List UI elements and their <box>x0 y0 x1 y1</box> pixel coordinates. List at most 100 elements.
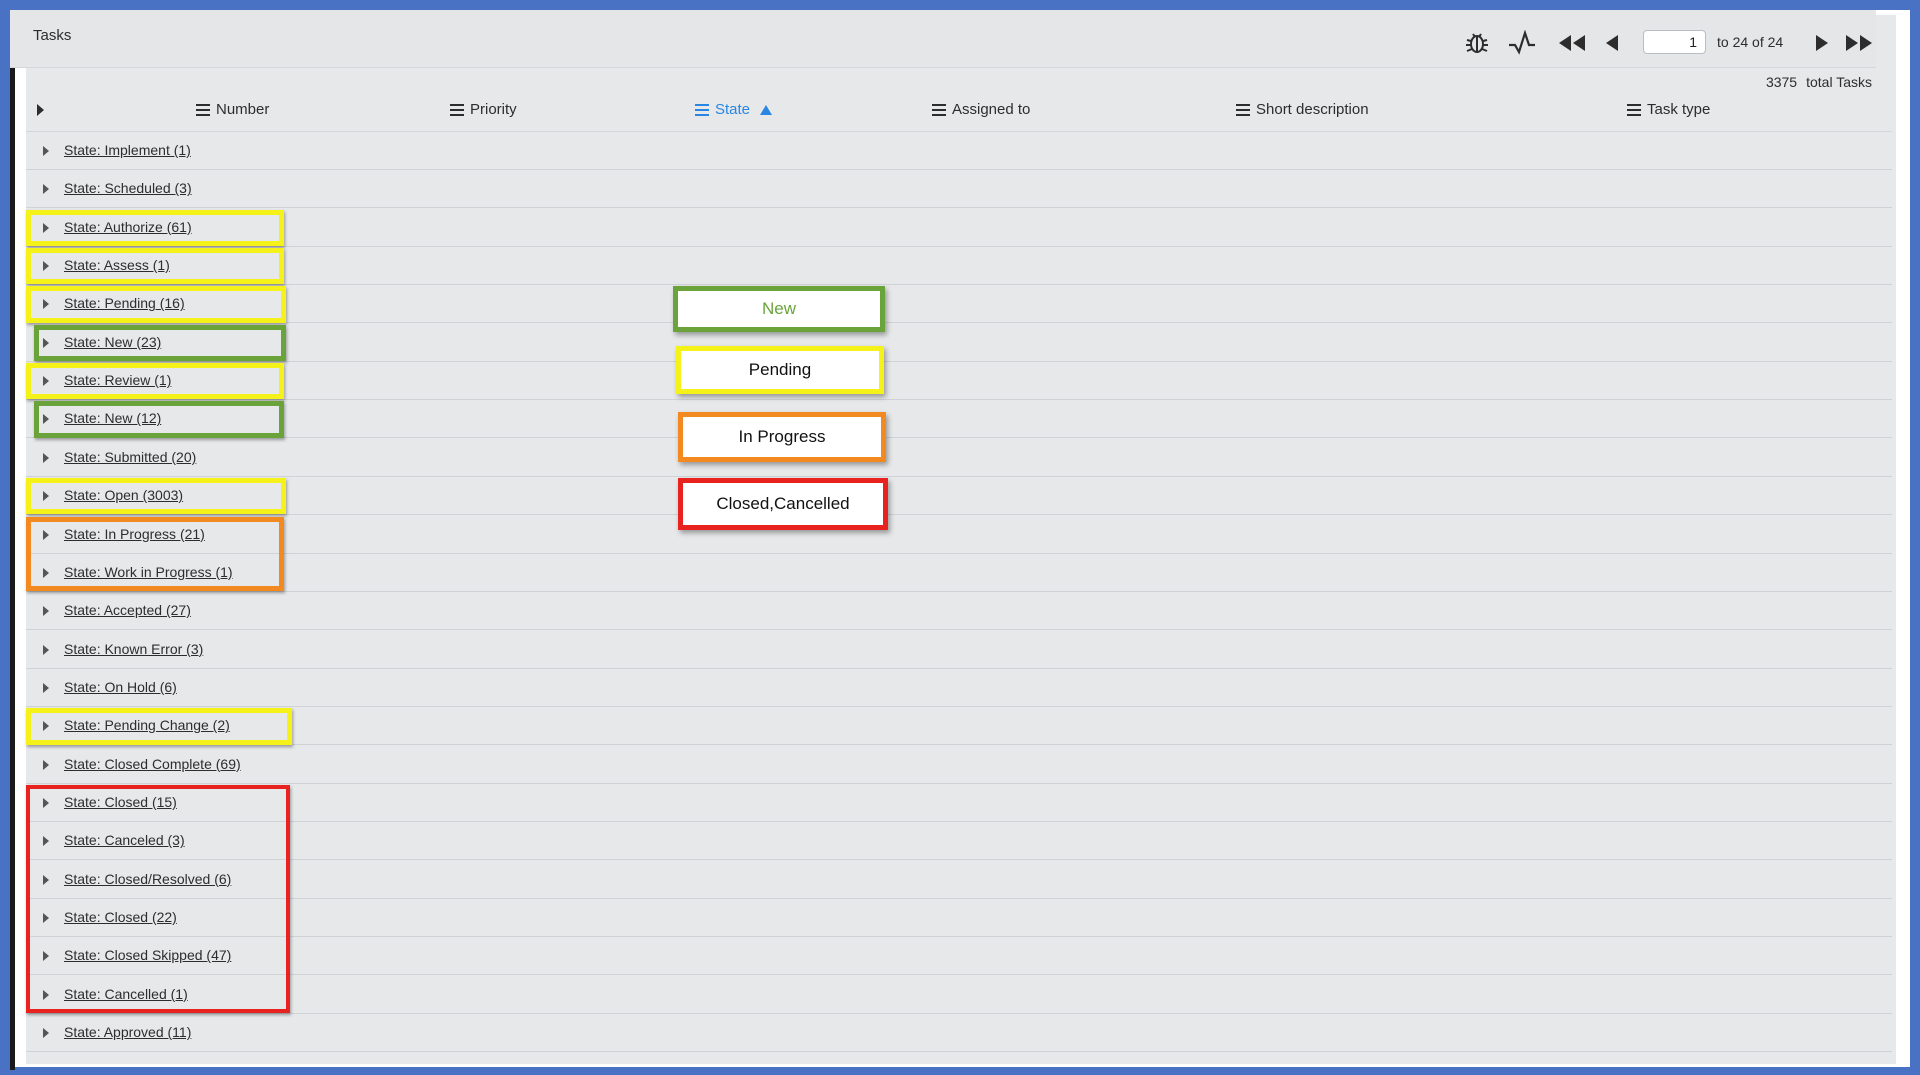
expand-caret-icon[interactable] <box>43 491 49 502</box>
column-menu-icon[interactable] <box>450 103 464 116</box>
group-link[interactable]: State: Closed (15) <box>64 794 177 810</box>
group-link[interactable]: State: Submitted (20) <box>64 449 196 465</box>
group-row[interactable]: State: In Progress (21) <box>26 516 1892 554</box>
expand-caret-icon[interactable] <box>43 337 49 348</box>
expand-caret-icon[interactable] <box>43 836 49 847</box>
total-label: total Tasks <box>1806 74 1872 90</box>
group-row[interactable]: State: Submitted (20) <box>26 439 1892 477</box>
expand-caret-icon[interactable] <box>43 606 49 617</box>
group-link[interactable]: State: Closed (22) <box>64 909 177 925</box>
group-link[interactable]: State: Assess (1) <box>64 257 170 273</box>
group-row[interactable]: State: Closed (22) <box>26 899 1892 937</box>
group-row[interactable]: State: Work in Progress (1) <box>26 554 1892 592</box>
expand-caret-icon[interactable] <box>43 951 49 962</box>
group-row[interactable]: State: On Hold (6) <box>26 669 1892 707</box>
group-link[interactable]: State: Review (1) <box>64 372 171 388</box>
group-row[interactable]: State: New (23) <box>26 324 1892 362</box>
column-menu-icon[interactable] <box>695 103 709 116</box>
group-row[interactable]: State: Approved (11) <box>26 1014 1892 1053</box>
column-assigned-to[interactable]: Assigned to <box>932 101 1030 118</box>
group-row[interactable]: State: Implement (1) <box>26 132 1892 170</box>
group-row[interactable]: State: New (12) <box>26 400 1892 439</box>
expand-caret-icon[interactable] <box>43 797 49 808</box>
group-row[interactable]: State: Canceled (3) <box>26 822 1892 861</box>
last-page-icon[interactable] <box>1843 30 1875 56</box>
activity-icon[interactable] <box>1508 30 1536 56</box>
first-page-icon[interactable] <box>1556 30 1588 56</box>
group-row[interactable]: State: Cancelled (1) <box>26 976 1892 1014</box>
expand-caret-icon[interactable] <box>43 261 49 272</box>
group-link[interactable]: State: Implement (1) <box>64 142 191 158</box>
group-link[interactable]: State: Pending Change (2) <box>64 717 230 733</box>
column-state[interactable]: State <box>695 101 773 118</box>
column-menu-icon[interactable] <box>932 103 946 116</box>
expand-all-toggle[interactable] <box>37 104 44 116</box>
expand-caret-icon[interactable] <box>43 1028 49 1039</box>
column-menu-icon[interactable] <box>1627 103 1641 116</box>
group-link[interactable]: State: Accepted (27) <box>64 602 191 618</box>
group-row[interactable]: State: Scheduled (3) <box>26 170 1892 209</box>
group-link[interactable]: State: Known Error (3) <box>64 641 203 657</box>
expand-caret-icon[interactable] <box>43 146 49 156</box>
expand-caret-icon[interactable] <box>43 529 49 540</box>
page-number-input[interactable] <box>1643 30 1706 54</box>
legend-label: In Progress <box>738 427 826 446</box>
group-link[interactable]: State: Approved (11) <box>64 1024 191 1040</box>
group-row[interactable]: State: Pending (16) <box>26 285 1892 324</box>
column-priority[interactable]: Priority <box>450 101 517 118</box>
expand-caret-icon[interactable] <box>43 452 49 463</box>
group-link[interactable]: State: Closed Skipped (47) <box>64 947 231 963</box>
group-link[interactable]: State: New (23) <box>64 334 161 350</box>
group-row[interactable]: State: Review (1) <box>26 362 1892 401</box>
group-row[interactable]: State: Assess (1) <box>26 247 1892 286</box>
expand-caret-icon[interactable] <box>43 567 49 578</box>
legend-label: Closed,Cancelled <box>716 494 850 513</box>
group-row[interactable]: State: Closed/Resolved (6) <box>26 861 1892 899</box>
group-row[interactable]: State: Closed Complete (69) <box>26 746 1892 784</box>
column-short-description[interactable]: Short description <box>1236 101 1369 118</box>
column-label: Number <box>216 101 270 118</box>
expand-caret-icon[interactable] <box>43 874 49 885</box>
expand-caret-icon[interactable] <box>43 414 49 425</box>
group-link[interactable]: State: On Hold (6) <box>64 679 177 695</box>
expand-caret-icon[interactable] <box>43 759 49 770</box>
expand-caret-icon[interactable] <box>43 222 49 233</box>
expand-caret-icon[interactable] <box>43 682 49 693</box>
column-menu-icon[interactable] <box>196 103 210 116</box>
group-link[interactable]: State: Pending (16) <box>64 295 185 311</box>
total-records: 3375 total Tasks <box>1757 74 1872 90</box>
group-row[interactable]: State: Pending Change (2) <box>26 707 1892 746</box>
column-label: Task type <box>1647 101 1711 118</box>
column-number[interactable]: Number <box>196 101 269 118</box>
list-title: Tasks <box>33 27 72 44</box>
group-link[interactable]: State: Closed/Resolved (6) <box>64 871 231 887</box>
group-link[interactable]: State: Open (3003) <box>64 487 183 503</box>
group-link[interactable]: State: In Progress (21) <box>64 526 205 542</box>
column-menu-icon[interactable] <box>1236 103 1250 116</box>
group-link[interactable]: State: Authorize (61) <box>64 219 192 235</box>
group-link[interactable]: State: Canceled (3) <box>64 832 185 848</box>
group-link[interactable]: State: Scheduled (3) <box>64 180 192 196</box>
group-link[interactable]: State: Cancelled (1) <box>64 986 188 1002</box>
group-row[interactable]: State: Open (3003) <box>26 477 1892 516</box>
previous-page-icon[interactable] <box>1602 30 1622 56</box>
expand-caret-icon[interactable] <box>43 184 49 195</box>
legend-in-progress: In Progress <box>678 412 886 462</box>
expand-caret-icon[interactable] <box>43 299 49 310</box>
group-row[interactable]: State: Closed Skipped (47) <box>26 937 1892 976</box>
expand-caret-icon[interactable] <box>43 913 49 923</box>
group-row[interactable]: State: Accepted (27) <box>26 592 1892 631</box>
group-row[interactable]: State: Closed (15) <box>26 784 1892 822</box>
expand-caret-icon[interactable] <box>43 376 49 387</box>
expand-caret-icon[interactable] <box>43 721 49 732</box>
group-row[interactable]: State: Known Error (3) <box>26 631 1892 669</box>
group-link[interactable]: State: Closed Complete (69) <box>64 756 241 772</box>
column-task-type[interactable]: Task type <box>1627 101 1710 118</box>
group-link[interactable]: State: New (12) <box>64 410 161 426</box>
next-page-icon[interactable] <box>1812 30 1832 56</box>
group-row[interactable]: State: Authorize (61) <box>26 209 1892 247</box>
group-link[interactable]: State: Work in Progress (1) <box>64 564 233 580</box>
expand-caret-icon[interactable] <box>43 644 49 655</box>
debug-icon[interactable] <box>1463 30 1491 56</box>
expand-caret-icon[interactable] <box>43 989 49 1000</box>
